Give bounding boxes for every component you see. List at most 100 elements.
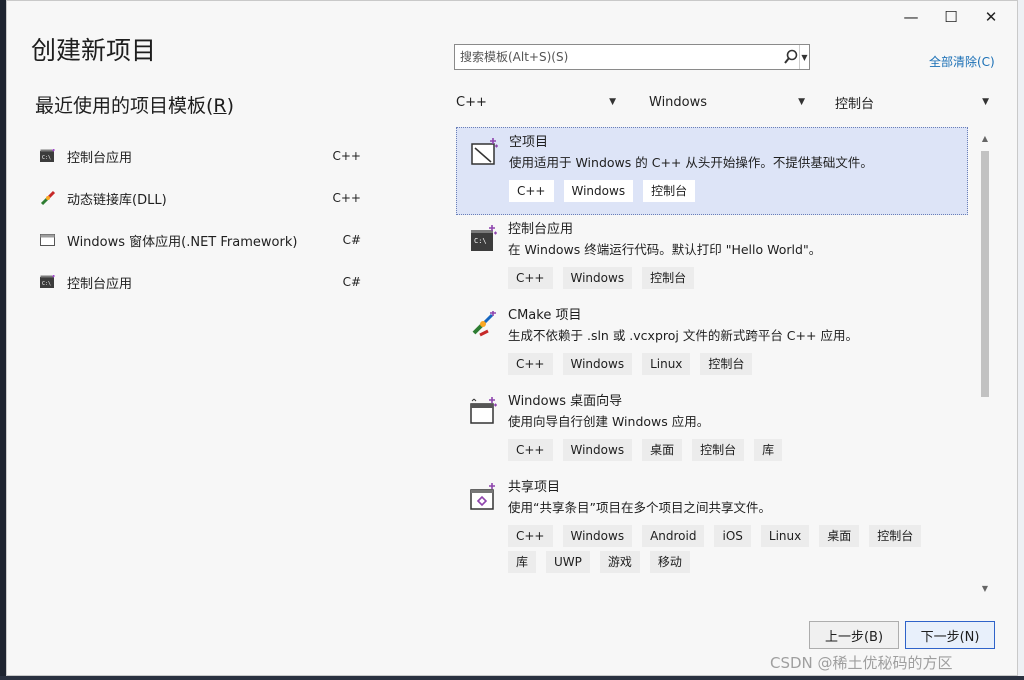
scroll-track[interactable] bbox=[978, 145, 992, 581]
console-app-icon: C:\ bbox=[39, 147, 57, 165]
search-icon[interactable] bbox=[783, 48, 799, 66]
recent-item-language: C# bbox=[342, 275, 361, 289]
template-description: 使用向导自行创建 Windows 应用。 bbox=[508, 414, 710, 429]
recent-item-winforms-cs[interactable]: Windows 窗体应用(.NET Framework) C# bbox=[35, 219, 375, 261]
template-item-console-app[interactable]: C:\ 控制台应用 在 Windows 终端运行代码。默认打印 "Hello W… bbox=[456, 215, 968, 301]
tag: Windows bbox=[562, 353, 633, 375]
scroll-up-icon[interactable]: ▲ bbox=[978, 131, 992, 145]
recent-item-language: C++ bbox=[332, 191, 362, 205]
template-item-desktop-wizard[interactable]: Windows 桌面向导 使用向导自行创建 Windows 应用。 C++ Wi… bbox=[456, 387, 968, 473]
template-tags: C++ Windows 控制台 bbox=[508, 261, 968, 301]
background-window-edge bbox=[1018, 0, 1024, 680]
svg-text:C:\: C:\ bbox=[42, 281, 51, 287]
svg-text:C:\: C:\ bbox=[474, 237, 487, 245]
page-title: 创建新项目 bbox=[31, 36, 157, 65]
template-tags: C++ Windows Android iOS Linux 桌面 控制台 库 U… bbox=[508, 519, 968, 585]
tag: 库 bbox=[508, 551, 537, 573]
tag: C++ bbox=[508, 439, 553, 461]
platform-filter[interactable]: Windows ▼ bbox=[649, 91, 805, 113]
tag: Windows bbox=[562, 267, 633, 289]
template-description: 生成不依赖于 .sln 或 .vcxproj 文件的新式跨平台 C++ 应用。 bbox=[508, 328, 858, 343]
tag: 控制台 bbox=[869, 525, 922, 547]
tag: C++ bbox=[508, 267, 553, 289]
svg-text:C:\: C:\ bbox=[42, 155, 51, 161]
tag: Windows bbox=[562, 439, 633, 461]
template-description: 使用适用于 Windows 的 C++ 从头开始操作。不提供基础文件。 bbox=[509, 155, 873, 170]
tag: C++ bbox=[508, 353, 553, 375]
template-list: 空项目 使用适用于 Windows 的 C++ 从头开始操作。不提供基础文件。 … bbox=[456, 127, 972, 593]
template-item-cmake-project[interactable]: CMake 项目 生成不依赖于 .sln 或 .vcxproj 文件的新式跨平台… bbox=[456, 301, 968, 387]
tag: C++ bbox=[509, 180, 554, 202]
recent-item-console-cs[interactable]: C:\ 控制台应用 C# bbox=[35, 261, 375, 303]
tag: 移动 bbox=[649, 551, 690, 573]
tag: 控制台 bbox=[642, 267, 695, 289]
back-button[interactable]: 上一步(B) bbox=[809, 621, 899, 649]
template-name: 空项目 bbox=[509, 135, 549, 150]
shared-project-icon bbox=[470, 483, 498, 511]
tag: 桌面 bbox=[819, 525, 860, 547]
template-name: 共享项目 bbox=[508, 480, 561, 495]
recent-item-language: C# bbox=[342, 233, 361, 247]
console-app-icon: C:\ bbox=[39, 273, 57, 291]
template-item-empty-project[interactable]: 空项目 使用适用于 Windows 的 C++ 从头开始操作。不提供基础文件。 … bbox=[456, 127, 968, 215]
tag: C++ bbox=[508, 525, 553, 547]
template-description: 在 Windows 终端运行代码。默认打印 "Hello World"。 bbox=[508, 242, 822, 257]
close-button[interactable]: ✕ bbox=[971, 5, 1011, 29]
recent-heading-prefix: 最近使用的项目模板( bbox=[35, 95, 214, 117]
template-description: 使用“共享条目”项目在多个项目之间共享文件。 bbox=[508, 500, 771, 515]
recent-item-dll-cpp[interactable]: 动态链接库(DLL) C++ bbox=[35, 177, 375, 219]
chevron-down-icon: ▼ bbox=[609, 97, 616, 107]
maximize-button[interactable]: ☐ bbox=[931, 5, 971, 29]
search-dropdown-icon[interactable]: ▼ bbox=[799, 45, 809, 69]
template-tags: C++ Windows 桌面 控制台 库 bbox=[508, 433, 968, 473]
template-list-scrollbar[interactable]: ▲ ▼ bbox=[978, 131, 992, 595]
recent-item-label: 动态链接库(DLL) bbox=[67, 192, 167, 208]
recent-heading-suffix: ) bbox=[226, 95, 235, 117]
chevron-down-icon: ▼ bbox=[982, 97, 989, 107]
dll-icon bbox=[39, 189, 57, 207]
watermark: CSDN @稀土优秘码的方区 bbox=[770, 654, 953, 672]
language-filter-value: C++ bbox=[456, 94, 487, 110]
tag: 控制台 bbox=[643, 180, 696, 202]
next-button[interactable]: 下一步(N) bbox=[905, 621, 995, 649]
template-name: CMake 项目 bbox=[508, 308, 582, 323]
recent-item-label: Windows 窗体应用(.NET Framework) bbox=[67, 234, 298, 250]
template-name: 控制台应用 bbox=[508, 222, 574, 237]
template-item-shared-project[interactable]: 共享项目 使用“共享条目”项目在多个项目之间共享文件。 C++ Windows … bbox=[456, 473, 968, 585]
create-project-dialog: — ☐ ✕ 创建新项目 最近使用的项目模板(R) C:\ 控制台应用 C++ 动… bbox=[6, 0, 1018, 676]
tag: 桌面 bbox=[642, 439, 683, 461]
desktop-wizard-icon bbox=[470, 397, 498, 425]
recent-item-language: C++ bbox=[332, 149, 362, 163]
window-controls: — ☐ ✕ bbox=[891, 5, 1011, 29]
scroll-thumb[interactable] bbox=[981, 151, 989, 397]
console-app-icon: C:\ bbox=[470, 225, 498, 253]
project-type-filter[interactable]: 控制台 ▼ bbox=[835, 91, 989, 113]
tag: 游戏 bbox=[599, 551, 640, 573]
tag: Android bbox=[642, 525, 705, 547]
template-tags: C++ Windows Linux 控制台 bbox=[508, 347, 968, 387]
minimize-button[interactable]: — bbox=[891, 5, 931, 29]
search-input[interactable] bbox=[455, 45, 777, 69]
tag: 库 bbox=[754, 439, 783, 461]
taskbar-edge bbox=[0, 676, 1024, 680]
recent-item-console-cpp[interactable]: C:\ 控制台应用 C++ bbox=[35, 135, 375, 177]
template-tags: C++ Windows 控制台 bbox=[509, 174, 967, 214]
template-name: Windows 桌面向导 bbox=[508, 394, 623, 409]
recent-templates-list: C:\ 控制台应用 C++ 动态链接库(DLL) C++ Windows 窗体应… bbox=[35, 135, 375, 303]
tag: Windows bbox=[562, 525, 633, 547]
tag: iOS bbox=[714, 525, 751, 547]
tag: Windows bbox=[563, 180, 634, 202]
cmake-icon bbox=[470, 310, 498, 339]
clear-all-link[interactable]: 全部清除(C) bbox=[929, 53, 995, 70]
search-box: ▼ bbox=[454, 44, 810, 70]
tag: Linux bbox=[760, 525, 810, 547]
scroll-down-icon[interactable]: ▼ bbox=[978, 581, 992, 595]
tag: 控制台 bbox=[700, 353, 753, 375]
tag: 控制台 bbox=[692, 439, 745, 461]
empty-project-icon bbox=[471, 138, 499, 166]
platform-filter-value: Windows bbox=[649, 94, 708, 110]
tag: Linux bbox=[642, 353, 691, 375]
recent-templates-heading: 最近使用的项目模板(R) bbox=[35, 91, 234, 118]
windows-form-icon bbox=[39, 231, 57, 249]
language-filter[interactable]: C++ ▼ bbox=[456, 91, 616, 113]
